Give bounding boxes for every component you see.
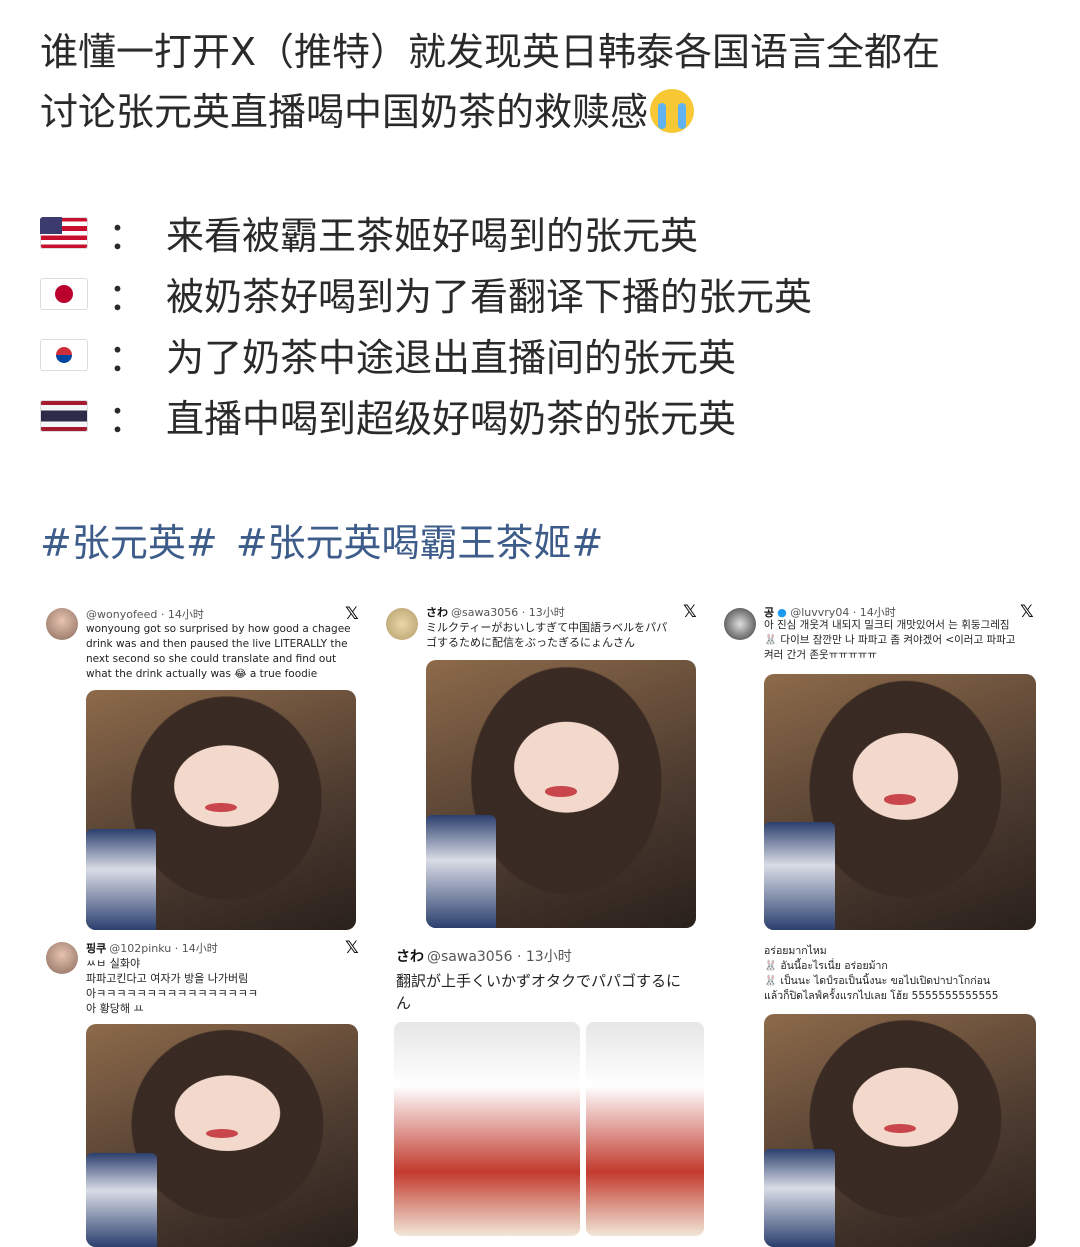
avatar — [724, 608, 756, 640]
tweet-photo[interactable] — [764, 674, 1036, 930]
tweet-photo[interactable] — [86, 690, 356, 930]
post-intro: 谁懂一打开X（推特）就发现英日韩泰各国语言全都在 讨论张元英直播喝中国奶茶的救赎… — [40, 22, 1050, 142]
x-logo-icon: 𝕏 — [683, 602, 697, 622]
tweet-photo[interactable] — [586, 1022, 704, 1236]
tweet-photo[interactable] — [86, 1024, 358, 1247]
intro-line-2: 讨论张元英直播喝中国奶茶的救赎感 — [40, 90, 649, 134]
tweet-card-2[interactable]: さわ @sawa3056 · 13小时 𝕏 ミルクティーがおいしすぎて中国語ラベル… — [380, 600, 710, 935]
tweet-text: 아 진심 개웃겨 내되지 밀크티 개맛있어서 는 휘둥그레짐 🐰 다이브 잠깐만… — [764, 619, 1016, 661]
tweet-text: ミルクティーがおいしすぎて中国語ラベルをパパ ゴするために配信をぶったぎるにょん… — [426, 621, 668, 649]
tweet-photo[interactable] — [394, 1022, 580, 1236]
intro-line-1: 谁懂一打开X（推特）就发现英日韩泰各国语言全都在 — [40, 30, 941, 74]
flag-row-us: ：来看被霸王茶姬好喝到的张元英 — [40, 202, 812, 263]
kr-flag-icon — [40, 338, 88, 371]
flag-row-text: 被奶茶好喝到为了看翻译下播的张元英 — [166, 275, 813, 319]
flag-row-text: 为了奶茶中途退出直播间的张元英 — [166, 336, 737, 380]
avatar — [46, 942, 78, 974]
tweet-card-3[interactable]: 공 ● @luvvry04 · 14小时 𝕏 아 진심 개웃겨 내되지 밀크티 개… — [720, 600, 1050, 935]
flag-row-kr: ：为了奶茶中途退出直播间的张元英 — [40, 324, 812, 385]
tweet-handle: @wonyofeed · 14小时 — [86, 608, 204, 621]
tweet-card-5[interactable]: さわ @sawa3056 · 13小时 翻訳が上手くいかずオタクでパパゴするに ん — [380, 936, 710, 1247]
flag-row-jp: ：被奶茶好喝到为了看翻译下播的张元英 — [40, 263, 812, 324]
intro-line-2-row: 讨论张元英直播喝中国奶茶的救赎感 — [40, 82, 1050, 142]
flag-row-th: ：直播中喝到超级好喝奶茶的张元英 — [40, 385, 812, 446]
tweet-card-1[interactable]: @wonyofeed · 14小时 𝕏 wonyoung got so surp… — [40, 600, 370, 935]
country-reaction-list: ：来看被霸王茶姬好喝到的张元英 ：被奶茶好喝到为了看翻译下播的张元英 ：为了奶茶… — [40, 202, 812, 446]
flag-row-text: 来看被霸王茶姬好喝到的张元英 — [166, 214, 699, 258]
tweet-text: ㅆㅂ 실화야 파파고킨다고 여자가 방을 나가버림 아ㅋㅋㅋㅋㅋㅋㅋㅋㅋㅋㅋㅋㅋ… — [86, 957, 259, 1015]
tweet-handle: 핑쿠 @102pinku · 14小时 — [86, 942, 218, 955]
th-flag-icon — [40, 399, 88, 432]
tweet-text: wonyoung got so surprised by how good a … — [86, 623, 351, 680]
jp-flag-icon — [40, 277, 88, 310]
tweet-photo[interactable] — [764, 1014, 1036, 1247]
tweet-handle: さわ @sawa3056 · 13小时 — [426, 606, 565, 619]
hashtag-link[interactable]: #张元英喝霸王茶姬# — [236, 521, 604, 565]
avatar — [46, 608, 78, 640]
x-logo-icon: 𝕏 — [345, 604, 359, 624]
hashtag-row: #张元英# #张元英喝霸王茶姬# — [40, 512, 621, 567]
flag-row-text: 直播中喝到超级好喝奶茶的张元英 — [166, 397, 737, 441]
tweet-handle: さわ @sawa3056 · 13小时 — [396, 949, 572, 965]
tweet-photo[interactable] — [426, 660, 696, 928]
crying-face-icon — [650, 89, 695, 133]
x-logo-icon: 𝕏 — [345, 938, 359, 958]
tweet-card-4[interactable]: 핑쿠 @102pinku · 14小时 𝕏 ㅆㅂ 실화야 파파고킨다고 여자가 방… — [40, 936, 370, 1247]
tweet-card-6[interactable]: อร่อยมากไหม 🐰 อันนี้อะไรเนี่ย อร่อยม้าก … — [720, 936, 1050, 1247]
tweet-text: 翻訳が上手くいかずオタクでパパゴするに ん — [396, 972, 682, 1012]
tweet-text: อร่อยมากไหม 🐰 อันนี้อะไรเนี่ย อร่อยม้าก … — [764, 945, 999, 1002]
avatar — [386, 608, 418, 640]
hashtag-link[interactable]: #张元英# — [40, 521, 218, 565]
us-flag-icon — [40, 216, 88, 249]
